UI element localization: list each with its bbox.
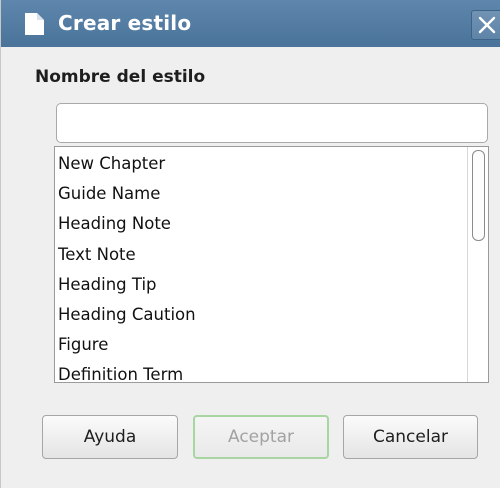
list-item[interactable]: Heading Caution [55,300,465,330]
dialog-title: Crear estilo [58,11,192,35]
list-item[interactable]: Heading Tip [55,270,465,300]
styles-list: New Chapter Guide Name Heading Note Text No… [55,149,465,382]
styles-list-scrollbar[interactable] [467,147,488,382]
list-item[interactable]: New Chapter [55,149,465,179]
accept-button[interactable]: Aceptar [193,415,329,459]
document-icon [24,12,45,36]
cancel-button[interactable]: Cancelar [343,415,478,459]
list-item[interactable]: Definition Term [55,360,465,382]
style-name-input[interactable] [56,103,488,143]
help-button[interactable]: Ayuda [42,415,178,459]
create-style-dialog: Crear estilo Nombre del estilo New Chapt… [0,0,500,488]
list-item[interactable]: Heading Note [55,209,465,239]
close-button[interactable] [471,10,500,40]
scrollbar-thumb[interactable] [472,150,485,241]
list-item[interactable]: Guide Name [55,179,465,209]
close-icon [478,16,496,34]
list-item[interactable]: Figure [55,330,465,360]
styles-listbox[interactable]: New Chapter Guide Name Heading Note Text No… [54,146,489,383]
list-item[interactable]: Text Note [55,240,465,270]
style-name-label: Nombre del estilo [35,67,206,87]
title-bar[interactable]: Crear estilo [1,0,500,47]
